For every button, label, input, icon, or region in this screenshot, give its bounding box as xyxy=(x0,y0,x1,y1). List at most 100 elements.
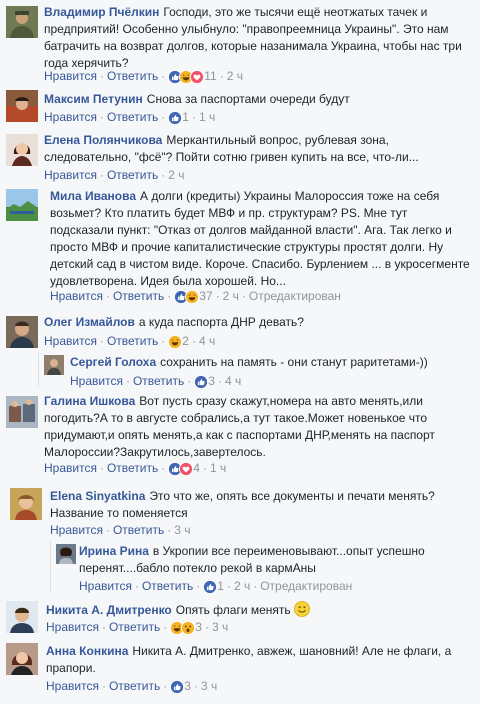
reactions[interactable] xyxy=(174,290,196,304)
reply-divider xyxy=(50,541,51,593)
reaction-count[interactable]: 3 xyxy=(195,620,202,634)
timestamp[interactable]: 2 ч xyxy=(168,168,184,182)
separator: · xyxy=(161,110,166,124)
love-icon xyxy=(190,70,204,84)
author-link[interactable]: Никита А. Дмитренко xyxy=(46,603,172,617)
comment-actions: Нравится · Ответить · 3 · 3 ч xyxy=(46,679,217,694)
timestamp[interactable]: 3 ч xyxy=(201,679,217,693)
reply-button[interactable]: Ответить xyxy=(142,579,193,593)
timestamp[interactable]: 2 ч xyxy=(227,69,243,83)
separator: · xyxy=(99,110,104,124)
reaction-count[interactable]: 11 xyxy=(204,69,216,83)
edited-label[interactable]: Отредактирован xyxy=(249,289,341,303)
timestamp[interactable]: 2 ч xyxy=(223,289,239,303)
separator: · xyxy=(196,579,201,593)
separator: · xyxy=(125,374,130,388)
reactions[interactable] xyxy=(203,580,214,594)
love-icon xyxy=(179,462,193,476)
timestamp[interactable]: 1 ч xyxy=(199,110,215,124)
timestamp[interactable]: 1 ч xyxy=(210,461,226,475)
smiley-emoji-icon xyxy=(294,601,310,617)
reply-button[interactable]: Ответить xyxy=(107,168,158,182)
like-button[interactable]: Нравится xyxy=(46,620,99,634)
reaction-count[interactable]: 37 xyxy=(199,289,212,303)
timestamp[interactable]: 4 ч xyxy=(199,334,215,348)
like-button[interactable]: Нравится xyxy=(50,289,103,303)
author-link[interactable]: Елена Полянчикова xyxy=(44,133,162,147)
author-link[interactable]: Владимир Пчёлкин xyxy=(44,5,159,19)
avatar[interactable] xyxy=(10,488,42,520)
author-link[interactable]: Ирина Рина xyxy=(79,544,149,558)
reaction-count[interactable]: 1 xyxy=(217,579,224,593)
author-link[interactable]: Анна Конкина xyxy=(46,644,128,658)
like-button[interactable]: Нравится xyxy=(70,374,123,388)
comment-body: Максим Петунин Снова за паспортами очеред… xyxy=(44,91,474,108)
reply-button[interactable]: Ответить xyxy=(109,620,160,634)
comment-body: Елена Полянчикова Меркантильный вопрос, р… xyxy=(44,132,474,166)
reply-button[interactable]: Ответить xyxy=(133,374,184,388)
reaction-count[interactable]: 2 xyxy=(182,334,189,348)
comment-body: Мила Иванова А долги (кредиты) Украины Ма… xyxy=(50,188,474,290)
reactions[interactable] xyxy=(170,621,192,635)
separator: · xyxy=(101,620,106,634)
avatar[interactable] xyxy=(56,544,76,564)
reply-button[interactable]: Ответить xyxy=(113,289,164,303)
edited-label[interactable]: Отредактирован xyxy=(260,579,352,593)
avatar[interactable] xyxy=(6,601,38,633)
timestamp[interactable]: 3 ч xyxy=(212,620,228,634)
avatar[interactable] xyxy=(6,90,38,122)
reactions[interactable] xyxy=(168,70,201,84)
reply-comment: Ирина Рина в Укропии все переименовывают.… xyxy=(0,538,480,596)
author-link[interactable]: Сергей Голоха xyxy=(70,355,156,369)
reaction-count[interactable]: 4 xyxy=(193,461,200,475)
like-button[interactable]: Нравится xyxy=(79,579,132,593)
like-button[interactable]: Нравится xyxy=(44,168,97,182)
author-link[interactable]: Мила Иванова xyxy=(50,189,136,203)
reply-button[interactable]: Ответить xyxy=(109,679,160,693)
comment: Елена Полянчикова Меркантильный вопрос, р… xyxy=(0,128,480,184)
avatar[interactable] xyxy=(6,396,38,428)
comment-body: Сергей Голоха сохранить на память - они с… xyxy=(70,354,474,371)
like-button[interactable]: Нравится xyxy=(44,461,97,475)
reactions[interactable] xyxy=(170,680,181,694)
reactions[interactable] xyxy=(168,111,179,125)
comment: Мила Иванова А долги (кредиты) Украины Ма… xyxy=(0,184,480,310)
like-button[interactable]: Нравится xyxy=(44,69,97,83)
avatar[interactable] xyxy=(6,316,38,348)
reactions[interactable] xyxy=(168,335,179,349)
reactions[interactable] xyxy=(168,462,190,476)
reply-button[interactable]: Ответить xyxy=(113,523,164,537)
reply-button[interactable]: Ответить xyxy=(107,461,158,475)
reaction-count[interactable]: 3 xyxy=(208,374,215,388)
comment-text: сохранить на память - они станут раритет… xyxy=(160,355,428,369)
author-link[interactable]: Elena Sinyatkina xyxy=(50,489,145,503)
reactions[interactable] xyxy=(194,375,205,389)
reply-button[interactable]: Ответить xyxy=(107,69,158,83)
avatar[interactable] xyxy=(44,355,64,375)
reply-button[interactable]: Ответить xyxy=(107,110,158,124)
like-button[interactable]: Нравится xyxy=(44,334,97,348)
comment-actions: Нравится · Ответить · 3 · 3 ч xyxy=(46,620,228,635)
reaction-count[interactable]: 3 xyxy=(184,679,191,693)
reaction-count[interactable]: 1 xyxy=(182,110,189,124)
separator: · xyxy=(193,679,198,693)
like-button[interactable]: Нравится xyxy=(46,679,99,693)
reply-button[interactable]: Ответить xyxy=(107,334,158,348)
separator: · xyxy=(204,620,209,634)
avatar[interactable] xyxy=(6,643,38,675)
separator: · xyxy=(226,579,231,593)
timestamp[interactable]: 2 ч xyxy=(234,579,250,593)
separator: · xyxy=(219,69,224,83)
avatar[interactable] xyxy=(6,6,38,38)
author-link[interactable]: Максим Петунин xyxy=(44,92,143,106)
author-link[interactable]: Галина Ишкова xyxy=(44,394,135,408)
timestamp[interactable]: 4 ч xyxy=(225,374,241,388)
like-icon xyxy=(170,680,184,694)
like-button[interactable]: Нравится xyxy=(44,110,97,124)
avatar[interactable] xyxy=(6,189,38,221)
author-link[interactable]: Олег Измайлов xyxy=(44,315,135,329)
avatar[interactable] xyxy=(6,134,38,166)
timestamp[interactable]: 3 ч xyxy=(174,523,190,537)
comment: Анна Конкина Никита А. Дмитренко, авжеж, … xyxy=(0,638,480,704)
like-button[interactable]: Нравится xyxy=(50,523,103,537)
